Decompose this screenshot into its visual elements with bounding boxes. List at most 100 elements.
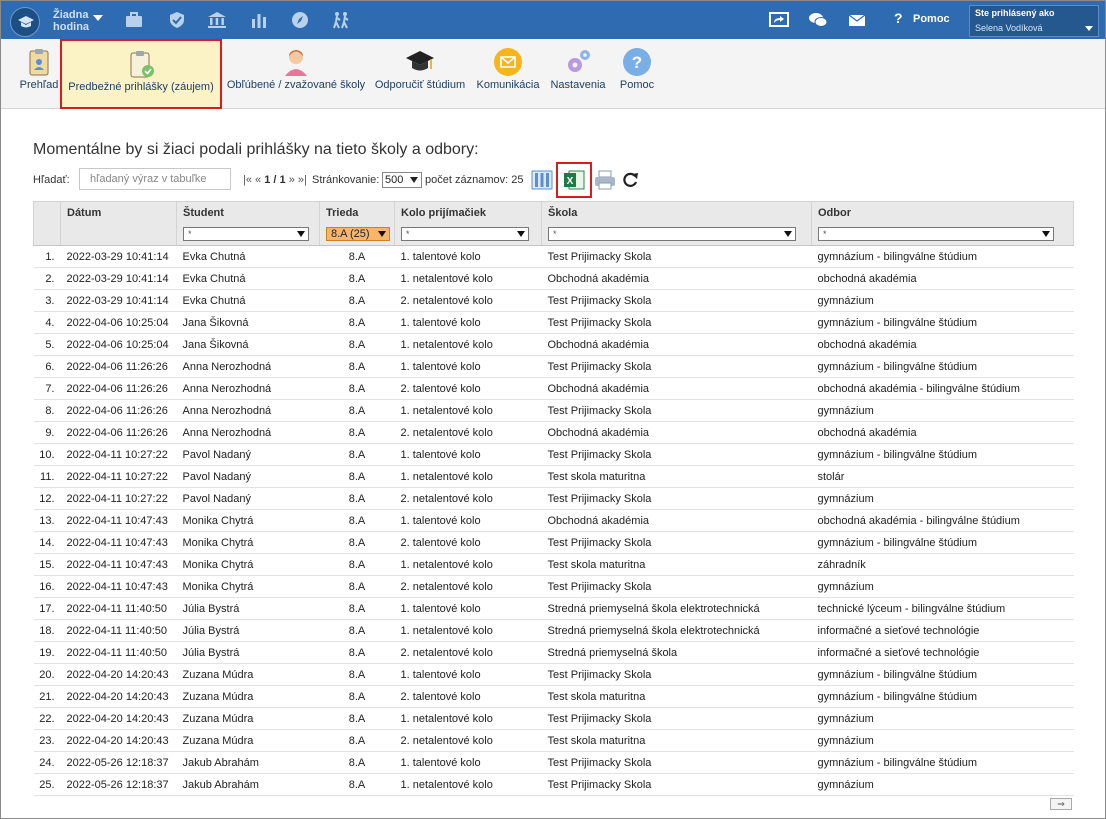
col-header-round[interactable]: Kolo prijímačiek [394, 201, 542, 224]
table-row[interactable]: 3. 2022-03-29 10:41:14 Evka Chutná 8.A 2. ne… [33, 289, 1074, 312]
col-header-field[interactable]: Odbor [811, 201, 1074, 224]
table-row[interactable]: 15. 2022-04-11 10:47:43 Monika Chytrá 8.A 1.… [33, 553, 1074, 576]
toolbar-label: Predbežné prihlášky (záujem) [68, 81, 214, 93]
cell-class: 8.A [319, 289, 395, 312]
pager-first-button[interactable]: |« [243, 174, 252, 186]
toolbar-item-overview[interactable]: Prehľad [17, 39, 61, 109]
table-row[interactable]: 18. 2022-04-11 11:40:50 Júlia Bystrá 8.A 1. … [33, 619, 1074, 642]
walking-people-icon[interactable] [331, 11, 351, 29]
pager-prev-button[interactable]: « [255, 174, 261, 186]
toolbar-item-help[interactable]: ? Pomoc [615, 39, 659, 109]
shield-icon[interactable] [167, 11, 187, 29]
cell-date: 2022-04-11 10:27:22 [60, 487, 177, 510]
table-row[interactable]: 10. 2022-04-11 10:27:22 Pavol Nadaný 8.A 1. … [33, 443, 1074, 466]
table-row[interactable]: 5. 2022-04-06 10:25:04 Jana Šikovná 8.A 1. n… [33, 333, 1074, 356]
user-selector[interactable]: Ste prihlásený ako Selena Vodíková [969, 5, 1099, 37]
cell-date: 2022-04-11 10:27:22 [60, 465, 177, 488]
cell-field: gymnázium [811, 575, 1074, 598]
toolbar-label: Pomoc [619, 79, 655, 91]
table-row[interactable]: 20. 2022-04-20 14:20:43 Zuzana Múdra 8.A 1. … [33, 663, 1074, 686]
cell-round: 1. netalentové kolo [394, 333, 542, 356]
toolbar-item-preliminary-applications[interactable]: Predbežné prihlášky (záujem) [60, 39, 222, 109]
scroll-right-button[interactable]: ⇒ [1050, 798, 1072, 810]
table-row[interactable]: 4. 2022-04-06 10:25:04 Jana Šikovná 8.A 1. t… [33, 311, 1074, 334]
app-logo[interactable] [10, 7, 40, 37]
cell-school: Test skola maturitna [541, 465, 812, 488]
cell-student: Pavol Nadaný [176, 487, 320, 510]
toolbar-item-favorite-schools[interactable]: Obľúbené / zvažované školy [225, 39, 367, 109]
cell-student: Júlia Bystrá [176, 619, 320, 642]
chat-icon[interactable] [808, 11, 828, 29]
help-icon[interactable]: ? [894, 10, 903, 26]
table-row[interactable]: 11. 2022-04-11 10:27:22 Pavol Nadaný 8.A 1. … [33, 465, 1074, 488]
cell-field: gymnázium [811, 399, 1074, 422]
briefcase-icon[interactable] [124, 11, 144, 29]
table-row[interactable]: 9. 2022-04-06 11:26:26 Anna Nerozhodná 8.A 2… [33, 421, 1074, 444]
table-row[interactable]: 8. 2022-04-06 11:26:26 Anna Nerozhodná 8.A 1… [33, 399, 1074, 422]
pager-next-button[interactable]: » [289, 174, 295, 186]
pager-last-button[interactable]: »| [298, 174, 307, 186]
cell-field: obchodná akadémia [811, 333, 1074, 356]
table-row[interactable]: 14. 2022-04-11 10:47:43 Monika Chytrá 8.A 2.… [33, 531, 1074, 554]
chevron-down-icon[interactable] [93, 15, 103, 21]
col-header-date[interactable]: Dátum [60, 201, 177, 224]
table-row[interactable]: 12. 2022-04-11 10:27:22 Pavol Nadaný 8.A 2. … [33, 487, 1074, 510]
search-input[interactable] [79, 168, 231, 190]
cell-round: 2. talentové kolo [394, 685, 542, 708]
class-filter-select[interactable]: 8.A (25) [326, 227, 390, 242]
col-header-school[interactable]: Škola [541, 201, 812, 224]
refresh-icon[interactable] [619, 168, 641, 192]
excel-icon[interactable]: X [563, 168, 585, 192]
columns-icon[interactable] [531, 168, 553, 192]
table-row[interactable]: 1. 2022-03-29 10:41:14 Evka Chutná 8.A 1. ta… [33, 245, 1074, 268]
cell-student: Monika Chytrá [176, 531, 320, 554]
svg-text:X: X [567, 176, 574, 187]
screen-share-icon[interactable] [769, 11, 789, 29]
col-header-student[interactable]: Študent [176, 201, 320, 224]
table-row[interactable]: 22. 2022-04-20 14:20:43 Zuzana Múdra 8.A 1. … [33, 707, 1074, 730]
cell-school: Obchodná akadémia [541, 333, 812, 356]
bar-chart-icon[interactable] [249, 11, 269, 29]
bank-icon[interactable] [207, 11, 227, 29]
paging-select[interactable]: 500 [382, 172, 422, 188]
hour-line1: Žiadna [53, 9, 89, 21]
cell-student: Pavol Nadaný [176, 443, 320, 466]
cell-round: 1. talentové kolo [394, 311, 542, 334]
col-header-class[interactable]: Trieda [319, 201, 395, 224]
table-row[interactable]: 19. 2022-04-11 11:40:50 Júlia Bystrá 8.A 2. … [33, 641, 1074, 664]
help-link[interactable]: Pomoc [913, 13, 950, 25]
cell-index: 16. [33, 575, 61, 598]
toolbar-item-communication[interactable]: Komunikácia [473, 39, 543, 109]
print-icon[interactable] [594, 168, 616, 192]
mail-icon[interactable] [847, 11, 867, 29]
cell-index: 12. [33, 487, 61, 510]
toolbar-item-recommend-study[interactable]: Odporučiť štúdium [371, 39, 469, 109]
svg-text:?: ? [632, 53, 642, 72]
cell-round: 1. netalentové kolo [394, 465, 542, 488]
field-filter-select[interactable]: * [818, 227, 1054, 242]
cell-student: Anna Nerozhodná [176, 421, 320, 444]
round-filter-select[interactable]: * [401, 227, 529, 242]
table-row[interactable]: 6. 2022-04-06 11:26:26 Anna Nerozhodná 8.A 1… [33, 355, 1074, 378]
table-row[interactable]: 13. 2022-04-11 10:47:43 Monika Chytrá 8.A 1.… [33, 509, 1074, 532]
table-row[interactable]: 7. 2022-04-06 11:26:26 Anna Nerozhodná 8.A 2… [33, 377, 1074, 400]
table-row[interactable]: 21. 2022-04-20 14:20:43 Zuzana Múdra 8.A 2. … [33, 685, 1074, 708]
cell-date: 2022-04-20 14:20:43 [60, 707, 177, 730]
table-row[interactable]: 24. 2022-05-26 12:18:37 Jakub Abrahám 8.A 1.… [33, 751, 1074, 774]
cell-field: gymnázium - bilingválne štúdium [811, 751, 1074, 774]
table-row[interactable]: 16. 2022-04-11 10:47:43 Monika Chytrá 8.A 2.… [33, 575, 1074, 598]
cell-class: 8.A [319, 553, 395, 576]
compass-icon[interactable] [290, 11, 310, 29]
table-row[interactable]: 25. 2022-05-26 12:18:37 Jakub Abrahám 8.A 1.… [33, 773, 1074, 796]
hour-selector[interactable]: Žiadna hodina [53, 9, 89, 33]
table-row[interactable]: 2. 2022-03-29 10:41:14 Evka Chutná 8.A 1. ne… [33, 267, 1074, 290]
cell-date: 2022-04-20 14:20:43 [60, 729, 177, 752]
cell-field: obchodná akadémia - bilingválne štúdium [811, 377, 1074, 400]
toolbar-item-settings[interactable]: Nastavenia [547, 39, 609, 109]
table-row[interactable]: 23. 2022-04-20 14:20:43 Zuzana Múdra 8.A 2. … [33, 729, 1074, 752]
filter-cell-field: * [811, 223, 1074, 246]
student-filter-select[interactable]: * [183, 227, 309, 242]
toolbar-label: Prehľad [19, 79, 59, 91]
school-filter-select[interactable]: * [548, 227, 796, 242]
table-row[interactable]: 17. 2022-04-11 11:40:50 Júlia Bystrá 8.A 1. … [33, 597, 1074, 620]
